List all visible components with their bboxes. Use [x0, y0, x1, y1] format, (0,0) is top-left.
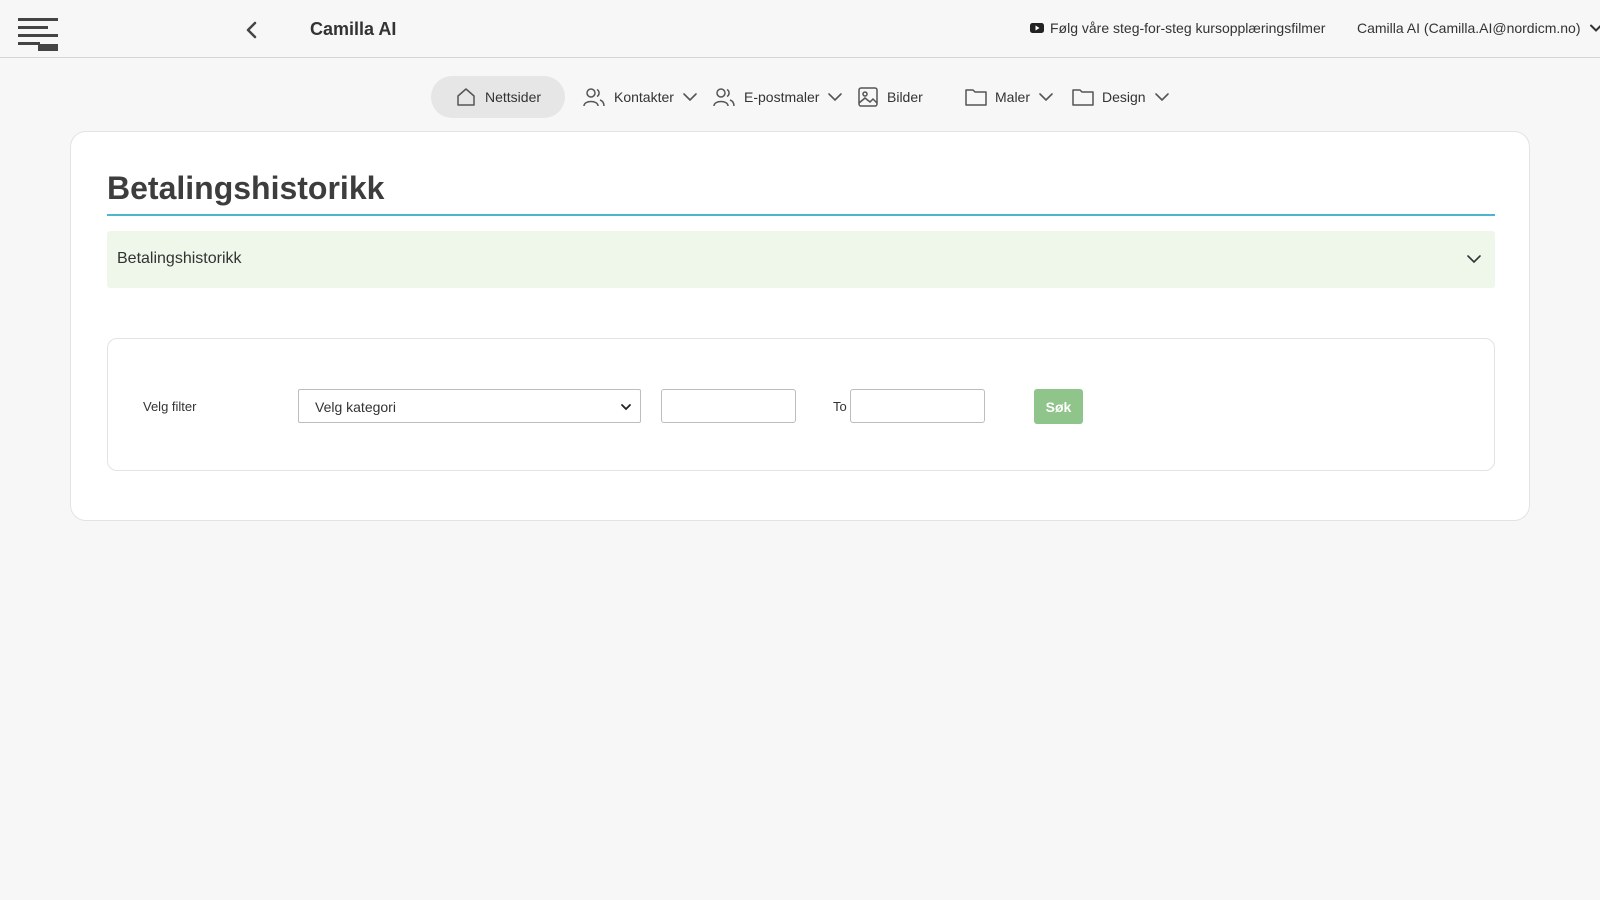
- image-icon: [858, 87, 878, 107]
- chevron-down-icon: [683, 93, 697, 102]
- payment-history-accordion[interactable]: Betalingshistorikk: [107, 231, 1495, 288]
- nav-item-kontakter[interactable]: Kontakter: [582, 76, 698, 118]
- home-icon: [457, 88, 475, 106]
- folder-icon: [965, 89, 987, 106]
- category-selected-value: Velg kategori: [315, 399, 396, 415]
- users-icon: [583, 88, 605, 107]
- menu-toggle-icon[interactable]: [18, 16, 60, 54]
- nav-item-nettsider[interactable]: Nettsider: [431, 76, 566, 118]
- nav-label: Design: [1102, 89, 1146, 105]
- main-nav: Nettsider Kontakter E-postmaler Bilder M…: [0, 76, 1600, 118]
- nav-item-design[interactable]: Design: [1072, 76, 1170, 118]
- nav-label: Bilder: [887, 89, 923, 105]
- chevron-down-icon: [1039, 93, 1053, 102]
- users-icon: [713, 88, 735, 107]
- nav-label: Nettsider: [485, 89, 542, 105]
- video-tutorials-link[interactable]: Følg våre steg-for-steg kursopplæringsfi…: [1030, 20, 1325, 36]
- search-button[interactable]: Søk: [1034, 389, 1083, 424]
- page-title: Betalingshistorikk: [107, 170, 385, 206]
- user-label: Camilla AI (Camilla.AI@nordicm.no): [1357, 20, 1581, 36]
- main-card: Betalingshistorikk Betalingshistorikk Ve…: [70, 131, 1530, 521]
- nav-label: Maler: [995, 89, 1031, 105]
- chevron-down-icon: [621, 404, 631, 411]
- category-select[interactable]: Velg kategori: [298, 389, 641, 423]
- youtube-icon: [1030, 23, 1044, 33]
- chevron-down-icon: [1467, 255, 1481, 264]
- chevron-down-icon: [1154, 93, 1169, 102]
- top-bar: Camilla AI Følg våre steg-for-steg kurso…: [0, 0, 1600, 58]
- nav-item-e-postmaler[interactable]: E-postmaler: [712, 76, 843, 118]
- nav-item-bilder[interactable]: Bilder: [857, 76, 923, 118]
- date-to-input[interactable]: [850, 389, 985, 423]
- filter-panel: Velg filter Velg kategori To Søk: [107, 338, 1495, 471]
- user-menu[interactable]: Camilla AI (Camilla.AI@nordicm.no): [1357, 20, 1600, 36]
- app-title: Camilla AI: [310, 19, 397, 39]
- chevron-down-icon: [1589, 24, 1600, 32]
- nav-label: Kontakter: [614, 89, 674, 105]
- accordion-label: Betalingshistorikk: [117, 250, 242, 267]
- to-label: To: [833, 399, 847, 414]
- folder-icon: [1072, 89, 1094, 106]
- back-arrow-icon[interactable]: [240, 18, 264, 42]
- nav-item-maler[interactable]: Maler: [965, 76, 1054, 118]
- chevron-down-icon: [828, 93, 843, 102]
- nav-label: E-postmaler: [744, 89, 820, 105]
- filter-label: Velg filter: [143, 399, 197, 414]
- video-link-text: Følg våre steg-for-steg kursopplæringsfi…: [1050, 20, 1326, 36]
- title-divider: [107, 214, 1495, 216]
- date-from-input[interactable]: [661, 389, 796, 423]
